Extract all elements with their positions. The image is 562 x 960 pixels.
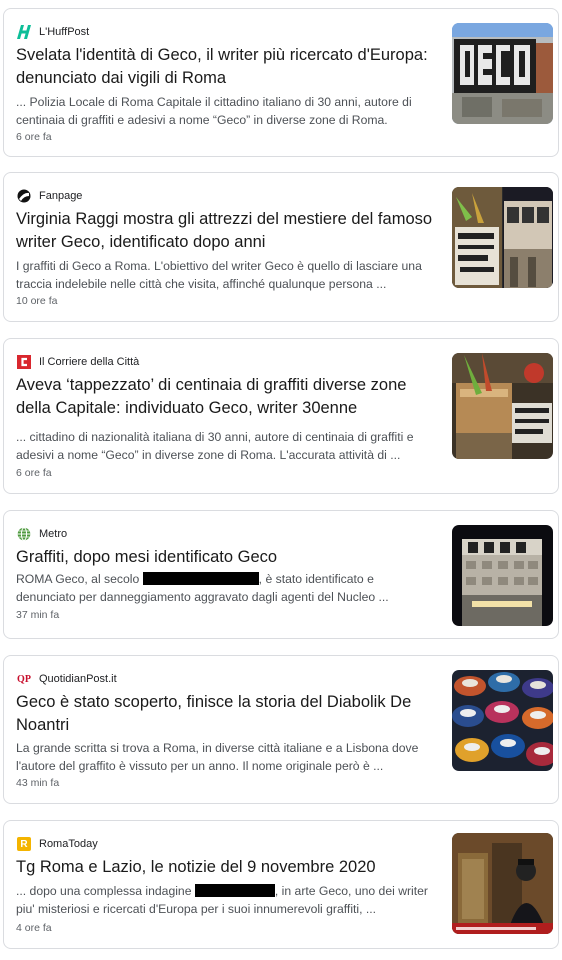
article-time: 4 ore fa: [16, 922, 52, 934]
source-row: L'HuffPost: [17, 23, 89, 41]
news-video-still-icon[interactable]: [452, 833, 553, 934]
source-row: Fanpage: [17, 187, 82, 205]
article-snippet: ROMA Geco, al secolo , è stato identific…: [16, 570, 434, 606]
source-name: QuotidianPost.it: [39, 673, 117, 685]
fanpage-logo-icon: [17, 189, 31, 203]
romatoday-logo-icon: R: [17, 837, 31, 851]
news-results-list: L'HuffPost Svelata l'identità di Geco, i…: [0, 0, 562, 960]
quotidianpost-logo-icon: QP: [17, 673, 31, 685]
source-row: Metro: [17, 525, 67, 543]
news-card[interactable]: Fanpage Virginia Raggi mostra gli attrez…: [3, 172, 559, 322]
snippet-text: ... dopo una complessa indagine: [16, 884, 192, 898]
article-snippet: ... Polizia Locale di Roma Capitale il c…: [16, 95, 412, 127]
graffiti-tools-photo-icon[interactable]: [452, 187, 553, 288]
seized-materials-photo-icon[interactable]: [452, 353, 553, 459]
article-time: 43 min fa: [16, 777, 60, 789]
news-card[interactable]: R RomaToday Tg Roma e Lazio, le notizie …: [3, 820, 559, 949]
article-headline[interactable]: Graffiti, dopo mesi identificato Geco: [16, 546, 434, 569]
article-headline[interactable]: Virginia Raggi mostra gli attrezzi del m…: [16, 208, 434, 254]
article-snippet: I graffiti di Geco a Roma. L'obiettivo d…: [16, 259, 422, 291]
spray-cans-photo-icon[interactable]: [452, 670, 553, 771]
article-headline[interactable]: Aveva ‘tappezzato’ di centinaia di graff…: [16, 374, 434, 420]
news-card[interactable]: L'HuffPost Svelata l'identità di Geco, i…: [3, 8, 559, 157]
geco-building-night-photo-icon[interactable]: [452, 525, 553, 626]
huffpost-logo-icon: [17, 25, 31, 39]
source-name: L'HuffPost: [39, 26, 90, 38]
source-row: Il Corriere della Città: [17, 353, 139, 371]
article-snippet: ... cittadino di nazionalità italiana di…: [16, 430, 414, 462]
news-card[interactable]: Metro Graffiti, dopo mesi identificato G…: [3, 510, 559, 639]
news-card[interactable]: QP QuotidianPost.it Geco è stato scopert…: [3, 655, 559, 804]
metro-globe-logo-icon: [17, 527, 31, 541]
article-headline[interactable]: Svelata l'identità di Geco, il writer pi…: [16, 44, 434, 90]
redacted-name-block: [142, 572, 259, 585]
source-name: RomaToday: [39, 838, 98, 850]
geco-wall-photo-icon[interactable]: [452, 23, 553, 124]
source-name: Il Corriere della Città: [39, 356, 140, 368]
source-name: Metro: [39, 528, 68, 540]
news-card[interactable]: Il Corriere della Città Aveva ‘tappezzat…: [3, 338, 559, 494]
article-time: 6 ore fa: [16, 131, 52, 143]
redacted-name-block: [194, 884, 275, 897]
article-time: 37 min fa: [16, 609, 60, 621]
article-snippet: La grande scritta si trova a Roma, in di…: [16, 741, 419, 773]
snippet-text: ROMA Geco, al secolo: [16, 572, 140, 586]
source-row: R RomaToday: [17, 835, 98, 853]
article-headline[interactable]: Tg Roma e Lazio, le notizie del 9 novemb…: [16, 856, 434, 879]
article-headline[interactable]: Geco è stato scoperto, finisce la storia…: [16, 691, 434, 737]
article-time: 6 ore fa: [16, 467, 52, 479]
article-time: 10 ore fa: [16, 295, 58, 307]
article-snippet: ... dopo una complessa indagine , in art…: [16, 882, 434, 918]
corriere-citta-logo-icon: [17, 355, 31, 369]
source-name: Fanpage: [39, 190, 83, 202]
source-row: QP QuotidianPost.it: [17, 670, 117, 688]
